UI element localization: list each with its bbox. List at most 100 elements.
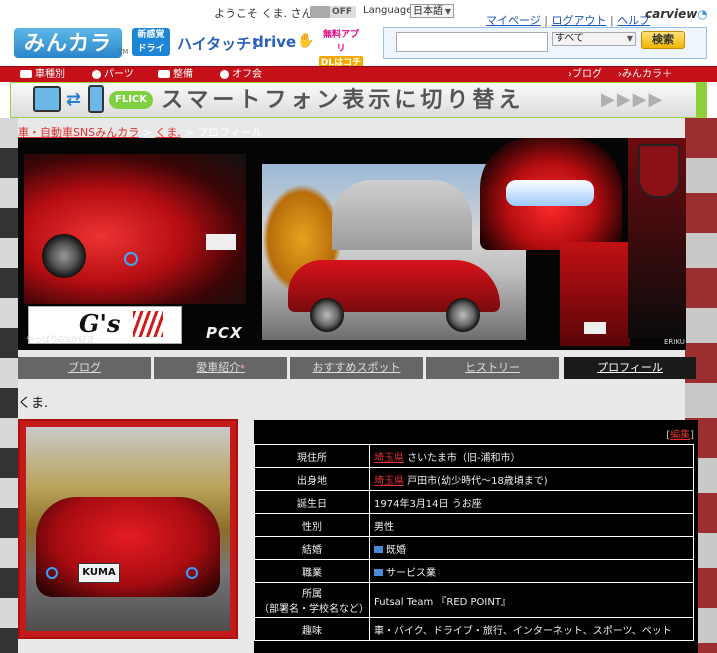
edit-profile-link[interactable]: 編集 bbox=[670, 430, 690, 441]
logout-link[interactable]: ログアウト bbox=[551, 14, 606, 27]
sp-mode-toggle[interactable]: OFF bbox=[310, 6, 356, 18]
table-row: 趣味 車・バイク、ドライブ・旅行、インターネット、スポーツ、ペット bbox=[254, 617, 694, 641]
row-key: 所属 （部署名・学校名など） bbox=[254, 582, 370, 618]
nav-item-car-models[interactable]: 車種別 bbox=[20, 68, 65, 81]
language-value: 日本語 bbox=[413, 6, 443, 17]
profile-photo-image: KUMA bbox=[26, 427, 230, 631]
badge-shape bbox=[584, 322, 606, 334]
collage-photo-prius-front bbox=[24, 154, 246, 304]
toggle-label: OFF bbox=[332, 7, 352, 17]
top-links: マイページ | ログアウト | ヘルプ bbox=[486, 14, 651, 27]
tab-spots[interactable]: おすすめスポット bbox=[290, 357, 423, 379]
tab-history[interactable]: ヒストリー bbox=[426, 357, 559, 379]
row-key: 現住所 bbox=[254, 444, 370, 468]
nav-item-offline-meetup[interactable]: オフ会 bbox=[220, 68, 262, 81]
tab-blog[interactable]: ブログ bbox=[18, 357, 151, 379]
language-select[interactable]: 日本語 ▼ bbox=[410, 4, 454, 18]
gs-caption: やっぱりG'sが好き bbox=[26, 335, 95, 344]
table-row: 職業 サービス業 bbox=[254, 559, 694, 583]
wheel-shape bbox=[42, 234, 86, 278]
minkara-logo[interactable]: みんカラ bbox=[14, 28, 122, 58]
language-label: Language bbox=[363, 5, 413, 16]
fog-light-shape bbox=[186, 567, 198, 579]
nav-item-parts[interactable]: パーツ bbox=[92, 68, 134, 81]
search-button[interactable]: 検索 bbox=[641, 31, 685, 49]
banner-accent bbox=[696, 83, 706, 117]
row-key: 誕生日 bbox=[254, 490, 370, 514]
collage-photo-urawa-flag bbox=[628, 138, 686, 338]
wheel-shape bbox=[446, 298, 480, 332]
people-icon bbox=[374, 546, 383, 553]
fog-light-shape bbox=[46, 567, 58, 579]
user-header-collage: G's やっぱりG'sが好き PCX ERIKU bbox=[18, 138, 686, 350]
row-value: 男性 bbox=[369, 513, 694, 537]
promo-new-drive-badge[interactable]: 新感覚 ドライブ! bbox=[132, 28, 170, 68]
promo-drive-text[interactable]: drive bbox=[253, 33, 296, 51]
dropdown-arrow-icon: ▼ bbox=[444, 7, 451, 16]
promo-hightouch-text[interactable]: ハイタッチ! bbox=[177, 33, 258, 54]
profile-username: くま. bbox=[18, 396, 49, 411]
headlight-shape bbox=[506, 180, 594, 206]
row-value: サービス業 bbox=[369, 559, 694, 583]
table-row: 現住所 埼玉県 さいたま市（旧-浦和市） bbox=[254, 444, 694, 468]
car-body-shape bbox=[36, 497, 220, 597]
profile-table: 現住所 埼玉県 さいたま市（旧-浦和市） 出身地 埼玉県 戸田市(幼少時代～18… bbox=[254, 444, 694, 641]
row-key: 趣味 bbox=[254, 617, 370, 641]
tab-cars[interactable]: 愛車紹介* bbox=[154, 357, 287, 379]
switch-arrows-icon: ⇄ bbox=[66, 89, 82, 110]
prefecture-link[interactable]: 埼玉県 bbox=[374, 453, 404, 464]
search-box: すべて ▼ 検索 bbox=[383, 27, 707, 59]
row-value: 埼玉県 戸田市(幼少時代～18歳頃まで) bbox=[369, 467, 694, 491]
promo-app-free-label: 無料アプリ bbox=[322, 30, 359, 54]
smartphone-icon bbox=[88, 85, 104, 113]
row-value: 既婚 bbox=[369, 536, 694, 560]
fog-light-shape bbox=[124, 252, 138, 266]
search-scope-select[interactable]: すべて ▼ bbox=[552, 32, 636, 46]
row-key: 出身地 bbox=[254, 467, 370, 491]
row-value: 埼玉県 さいたま市（旧-浦和市） bbox=[369, 444, 694, 468]
people-icon bbox=[220, 69, 229, 79]
license-plate: KUMA bbox=[78, 563, 120, 583]
category-nav: 車種別 パーツ 整備 オフ会 ›ブログ ›みんカラ＋ bbox=[0, 66, 717, 82]
search-input[interactable] bbox=[396, 32, 548, 52]
edit-link-wrapper: [編集] bbox=[666, 430, 694, 441]
nav-item-minkara-plus[interactable]: ›みんカラ＋ bbox=[618, 68, 672, 81]
collage-photo-pcx-side bbox=[560, 242, 630, 346]
plate-shape bbox=[206, 234, 236, 250]
tablet-icon bbox=[33, 86, 61, 112]
row-key: 性別 bbox=[254, 513, 370, 537]
profile-photo: KUMA bbox=[18, 419, 238, 639]
tab-profile[interactable]: プロフィール bbox=[564, 357, 696, 379]
nav-item-blog[interactable]: ›ブログ bbox=[568, 68, 602, 81]
row-key: 職業 bbox=[254, 559, 370, 583]
wheel-shape bbox=[310, 298, 344, 332]
flick-badge: FLICK bbox=[109, 91, 153, 109]
chevron-right-icon: ▶▶▶▶ bbox=[601, 89, 665, 110]
table-row: 所属 （部署名・学校名など） Futsal Team 『RED POINT』 bbox=[254, 582, 694, 618]
collage-mark: ERIKU bbox=[664, 338, 685, 346]
wrench-icon bbox=[158, 70, 170, 78]
background-stripe-left bbox=[0, 118, 18, 653]
carview-logo[interactable]: carview◔ bbox=[645, 7, 708, 21]
car-icon bbox=[20, 70, 32, 78]
banner-text: スマートフォン表示に切り替え bbox=[161, 88, 525, 113]
parts-icon bbox=[92, 69, 101, 79]
nav-item-maintenance[interactable]: 整備 bbox=[158, 68, 193, 81]
promo-app-download[interactable]: 無料アプリ DLはコチラ bbox=[319, 28, 363, 84]
collage-photo-pcx-headlight bbox=[480, 138, 622, 250]
site-header: みんカラ TM 新感覚 ドライブ! ハイタッチ! drive ✋ 無料アプリ D… bbox=[0, 0, 717, 84]
row-value: 車・バイク、ドライブ・旅行、インターネット、スポーツ、ペット bbox=[369, 617, 694, 641]
table-row: 出身地 埼玉県 戸田市(幼少時代～18歳頃まで) bbox=[254, 467, 694, 491]
toggle-knob bbox=[310, 6, 330, 18]
prefecture-link[interactable]: 埼玉県 bbox=[374, 476, 404, 487]
dropdown-arrow-icon: ▼ bbox=[626, 34, 633, 43]
carview-mark-icon: ◔ bbox=[697, 7, 708, 21]
smartphone-view-banner[interactable]: ⇄ FLICK スマートフォン表示に切り替え ▶▶▶▶ bbox=[10, 82, 707, 118]
hand-wave-icon: ✋ bbox=[297, 33, 315, 49]
logo-trademark: TM bbox=[118, 48, 129, 56]
profile-details-panel: [編集] 現住所 埼玉県 さいたま市（旧-浦和市） 出身地 埼玉県 戸田市(幼少… bbox=[254, 420, 698, 653]
table-row: 誕生日 1974年3月14日 うお座 bbox=[254, 490, 694, 514]
stadium-shape bbox=[332, 180, 472, 250]
row-value: Futsal Team 『RED POINT』 bbox=[369, 582, 694, 618]
mypage-link[interactable]: マイページ bbox=[486, 14, 541, 27]
